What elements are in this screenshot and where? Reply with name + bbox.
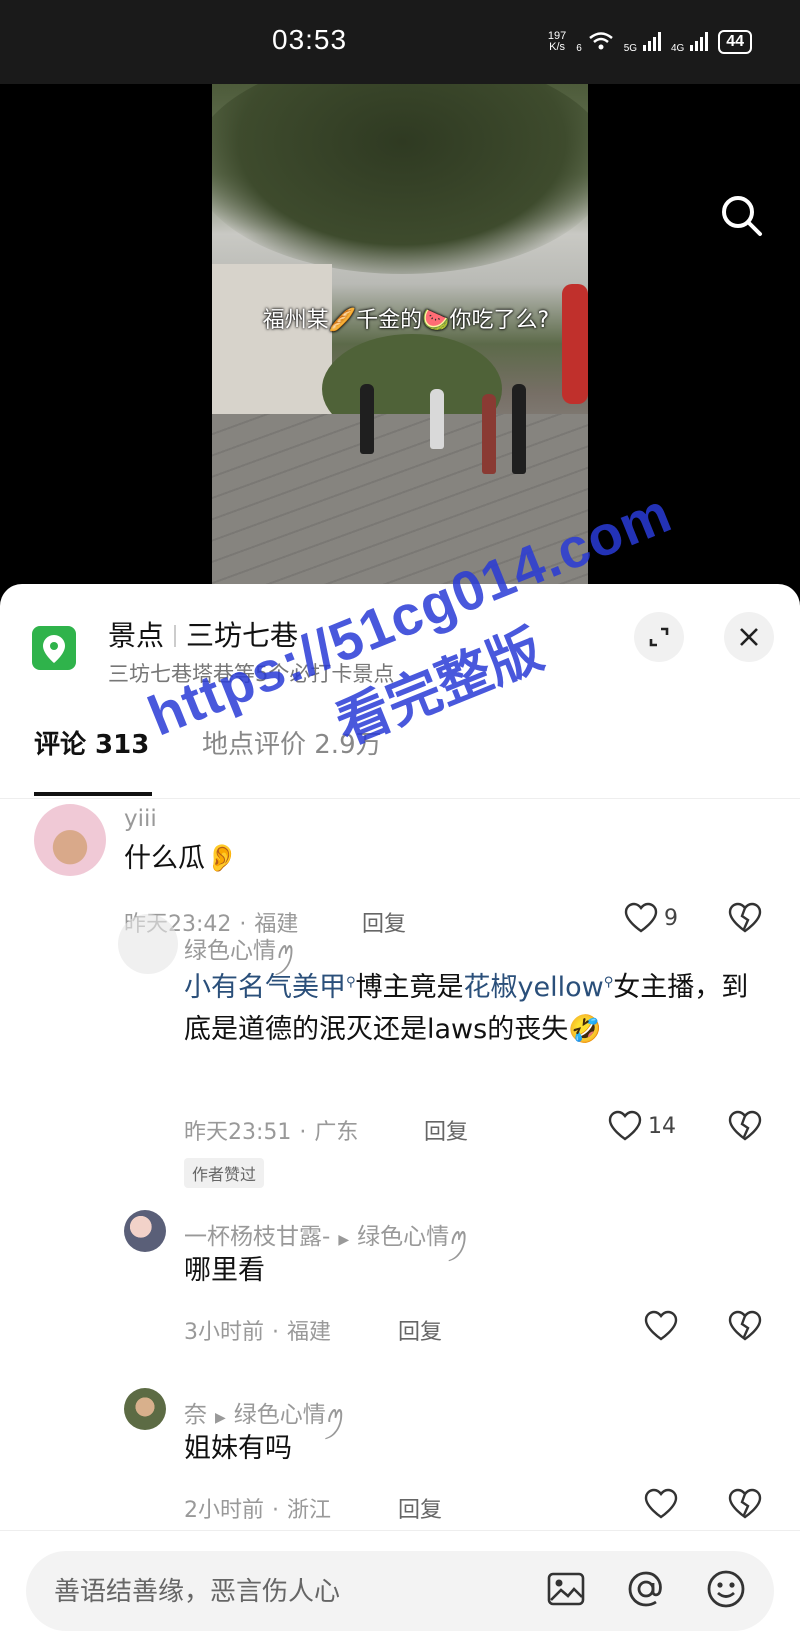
author-liked-badge: 作者赞过 <box>184 1158 265 1188</box>
comment-meta: 2小时前 · 浙江 <box>184 1498 332 1523</box>
comment-text[interactable]: 小有名气美甲⚲博主竟是花椒yellow⚲女主播，到底是道德的泯灭还是laws的丧… <box>184 962 764 1051</box>
like-heart-icon[interactable] <box>644 1488 678 1524</box>
like-heart-icon[interactable] <box>644 1310 678 1346</box>
comment-keyword[interactable]: 花椒yellow <box>464 972 604 1003</box>
comment-location: 广东 <box>314 1120 359 1145</box>
pedestrian <box>512 384 526 474</box>
mention-icon[interactable] <box>626 1569 666 1613</box>
dislike-broken-heart-icon[interactable] <box>728 1488 762 1524</box>
reply-to-username[interactable]: 绿色心情ꪑ <box>234 1402 345 1428</box>
avatar[interactable] <box>124 1210 166 1252</box>
wifi-icon: 6 <box>576 31 613 54</box>
pedestrian <box>430 389 444 449</box>
comment-input-bar <box>0 1530 800 1650</box>
reply-button[interactable]: 回复 <box>398 1492 442 1524</box>
location-category: 景点 <box>108 619 165 652</box>
close-icon <box>740 628 758 646</box>
status-icons: 197 K/s 6 5G 4G 44 <box>548 30 752 54</box>
avatar[interactable] <box>124 1388 166 1430</box>
avatar[interactable] <box>118 914 178 974</box>
like-heart-icon[interactable] <box>624 902 658 938</box>
location-pin-icon <box>32 626 76 670</box>
comment-text[interactable]: 哪里看 <box>184 1250 265 1292</box>
like-count: 14 <box>648 1114 676 1139</box>
image-icon[interactable] <box>546 1569 586 1613</box>
emoji-icon[interactable] <box>706 1569 746 1613</box>
reply-to-username[interactable]: 绿色心情ꪑ <box>357 1224 468 1250</box>
dislike-broken-heart-icon[interactable] <box>728 1310 762 1346</box>
video-frame[interactable]: 福州某🥖千金的🍉你吃了么? <box>212 84 588 584</box>
close-button[interactable] <box>724 612 774 662</box>
comment-username[interactable]: yiii <box>124 806 157 832</box>
title-divider <box>174 625 177 647</box>
wifi-label: 6 <box>576 42 582 54</box>
comment-text[interactable]: 姐妹有吗 <box>184 1428 292 1470</box>
video-caption: 福州某🥖千金的🍉你吃了么? <box>262 308 550 333</box>
comment-location: 浙江 <box>287 1498 332 1523</box>
signal-4g-label: 4G <box>670 42 685 54</box>
comment-keyword[interactable]: 小有名气美甲 <box>184 972 346 1003</box>
tree-canopy <box>212 84 588 274</box>
active-tab-indicator <box>34 792 152 796</box>
comment-text[interactable]: 什么瓜👂 <box>124 838 239 880</box>
dislike-broken-heart-icon[interactable] <box>728 902 762 938</box>
status-time: 03:53 <box>272 24 348 55</box>
reply-arrow-icon: ▶ <box>215 1410 226 1426</box>
comment-meta: 3小时前 · 福建 <box>184 1320 332 1345</box>
reply-arrow-icon: ▶ <box>338 1232 350 1248</box>
like-count: 9 <box>664 906 678 931</box>
battery-icon: 44 <box>718 30 752 54</box>
pedestrian <box>482 394 496 474</box>
reply-button[interactable]: 回复 <box>362 906 406 938</box>
search-icon[interactable] <box>718 192 766 244</box>
signal-5g-label: 5G <box>623 42 638 54</box>
search-keyword-icon: ⚲ <box>346 975 356 990</box>
comment-time: 昨天23:51 <box>184 1120 292 1145</box>
search-keyword-icon: ⚲ <box>603 975 614 990</box>
status-bar: 03:53 197 K/s 6 5G 4G 44 <box>0 0 800 84</box>
comment-username[interactable]: 一杯杨枝甘露- <box>184 1224 330 1250</box>
comment-time: 2小时前 <box>184 1498 264 1523</box>
comment-meta: 昨天23:51 · 广东 <box>184 1120 359 1145</box>
comment-text-segment: 博主竟是 <box>355 972 464 1003</box>
comment-location: 福建 <box>287 1320 332 1345</box>
comment-input[interactable] <box>52 1551 496 1633</box>
signal-5g-icon: 5G <box>624 31 661 54</box>
avatar[interactable] <box>34 804 106 876</box>
dislike-broken-heart-icon[interactable] <box>728 1110 762 1146</box>
pedestrian <box>360 384 374 454</box>
comment-username[interactable]: 奈 <box>184 1402 207 1428</box>
location-comment-sheet: 景点 三坊七巷 三坊七巷塔巷等5个必打卡景点 评论 313 地点评价 2.9万 y… <box>0 584 800 1649</box>
signal-4g-icon: 4G <box>670 31 709 54</box>
like-heart-icon[interactable] <box>608 1110 642 1146</box>
comment-time: 3小时前 <box>184 1320 264 1345</box>
reply-button[interactable]: 回复 <box>424 1114 468 1146</box>
net-speed: 197 K/s <box>548 31 566 53</box>
comment-input-container[interactable] <box>26 1551 774 1633</box>
tab-divider <box>0 798 800 799</box>
reply-button[interactable]: 回复 <box>398 1314 442 1346</box>
net-speed-unit: K/s <box>549 41 566 53</box>
